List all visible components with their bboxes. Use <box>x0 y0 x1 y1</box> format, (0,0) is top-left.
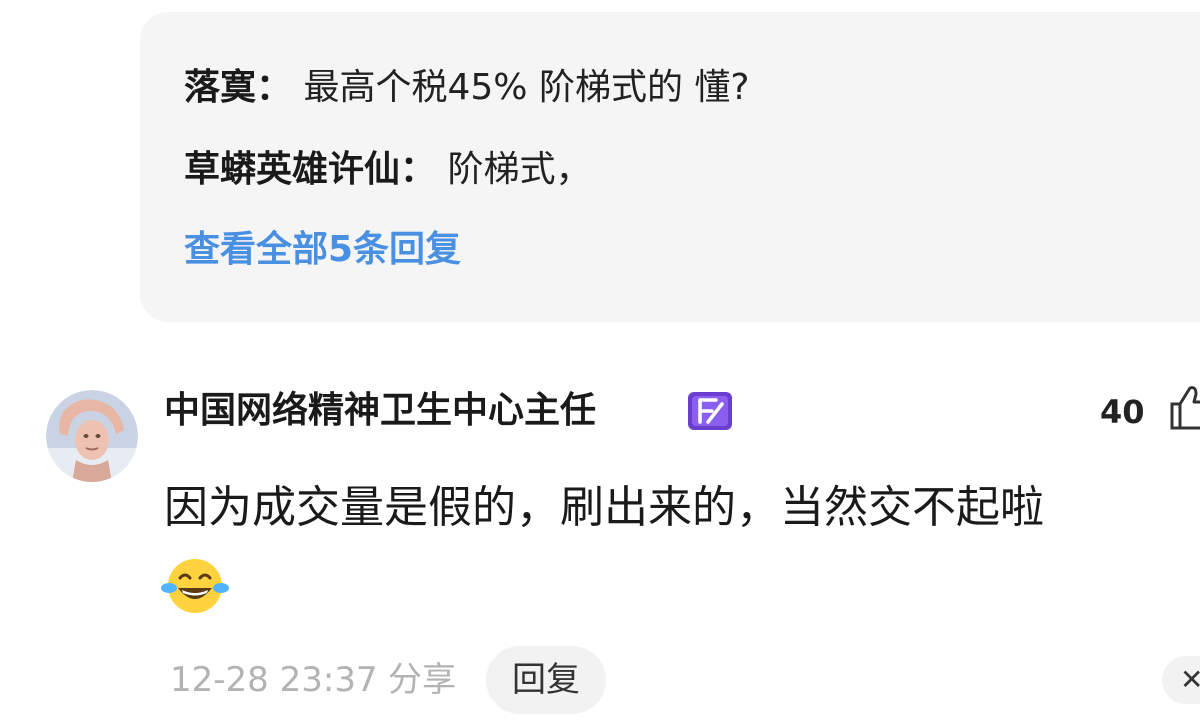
reply-item[interactable]: 草蟒英雄许仙： 阶梯式， <box>184 148 592 192</box>
reply-colon: ： <box>400 149 437 190</box>
close-icon: ✕ <box>1180 663 1200 696</box>
more-options-button[interactable]: ✕ <box>1162 656 1200 704</box>
laughing-tears-emoji <box>160 556 230 616</box>
view-all-replies-link[interactable]: 查看全部5条回复 <box>184 228 461 272</box>
thumbs-up-icon[interactable] <box>1164 382 1200 434</box>
comment-text: 因为成交量是假的，刷出来的，当然交不起啦 <box>164 482 1044 533</box>
comment-thread: 落寞： 最高个税45% 阶梯式的 懂? 草蟒英雄许仙： 阶梯式， 查看全部5条回… <box>0 0 1200 726</box>
comment-username[interactable]: 中国网络精神卫生中心主任 <box>164 388 596 434</box>
avatar[interactable] <box>46 390 138 482</box>
reply-colon: ： <box>256 67 293 108</box>
reply-author[interactable]: 草蟒英雄许仙 <box>184 149 400 190</box>
comment-timestamp: 12-28 23:37 <box>170 660 378 700</box>
reply-text: 阶梯式， <box>447 149 592 190</box>
level-badge-icon <box>686 390 734 432</box>
share-button[interactable]: 分享 <box>388 658 456 702</box>
like-count: 40 <box>1100 393 1145 431</box>
reply-author[interactable]: 落寞 <box>184 67 256 108</box>
reply-item[interactable]: 落寞： 最高个税45% 阶梯式的 懂? <box>184 66 750 110</box>
reply-text: 最高个税45% 阶梯式的 懂? <box>303 67 750 108</box>
reply-button[interactable]: 回复 <box>486 646 606 714</box>
